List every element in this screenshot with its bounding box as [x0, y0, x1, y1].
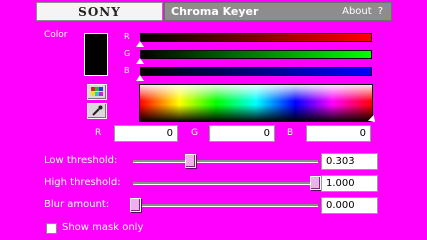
green-channel-marker[interactable]: [136, 58, 144, 64]
high-threshold-value[interactable]: 1.000: [321, 175, 378, 192]
color-palette-icon: [91, 87, 103, 96]
g-field-label: G: [191, 128, 198, 138]
g-value-field[interactable]: 0: [209, 125, 275, 142]
low-threshold-label: Low threshold:: [44, 155, 118, 166]
blur-amount-track[interactable]: [133, 204, 318, 207]
blue-channel-bar[interactable]: [140, 67, 372, 76]
color-swatch: [84, 33, 108, 76]
b-value-field[interactable]: 0: [306, 125, 371, 142]
green-channel-bar[interactable]: [140, 50, 372, 59]
title-bar: Chroma Keyer About ?: [164, 2, 392, 21]
blue-channel-marker[interactable]: [136, 75, 144, 81]
blur-amount-thumb[interactable]: [130, 198, 141, 212]
low-threshold-track[interactable]: [133, 160, 318, 163]
high-threshold-label: High threshold:: [44, 177, 121, 188]
help-button[interactable]: ?: [378, 6, 383, 17]
low-threshold-thumb[interactable]: [184, 154, 196, 168]
color-palette-button[interactable]: [87, 84, 107, 100]
bar-label-b: B: [124, 66, 130, 75]
b-field-label: B: [287, 128, 294, 138]
red-channel-marker[interactable]: [136, 41, 144, 47]
blur-amount-label: Blur amount:: [44, 199, 110, 210]
low-threshold-value[interactable]: 0.303: [321, 153, 378, 170]
r-field-label: R: [95, 128, 102, 138]
red-channel-bar[interactable]: [140, 33, 372, 42]
high-threshold-thumb[interactable]: [310, 176, 321, 190]
sony-logo: SONY: [36, 2, 163, 21]
high-threshold-track[interactable]: [133, 182, 318, 185]
plugin-title: Chroma Keyer: [171, 5, 259, 18]
bar-label-g: G: [124, 49, 131, 58]
about-button[interactable]: About: [342, 6, 372, 17]
show-mask-label: Show mask only: [62, 222, 144, 233]
eyedropper-button[interactable]: [87, 103, 107, 119]
r-value-field[interactable]: 0: [114, 125, 178, 142]
blur-amount-value[interactable]: 0.000: [321, 197, 378, 214]
bar-label-r: R: [124, 32, 130, 41]
color-label: Color: [44, 30, 68, 40]
show-mask-checkbox[interactable]: [46, 223, 57, 234]
eyedropper-icon: [92, 105, 103, 116]
color-spectrum[interactable]: [139, 84, 373, 122]
brand-text: SONY: [78, 4, 121, 19]
